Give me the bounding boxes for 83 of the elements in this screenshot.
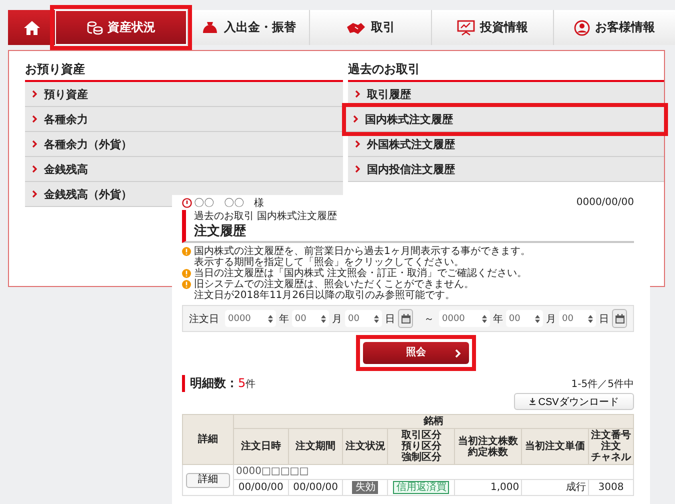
- column-header: 取引区分 預り区分 強制区分: [388, 428, 455, 464]
- csv-download-button[interactable]: CSVダウンロード: [514, 393, 634, 410]
- warning-icon: [182, 247, 191, 256]
- menu-item[interactable]: 国内投信注文履歴: [348, 157, 664, 182]
- home-tab[interactable]: [8, 10, 55, 45]
- chevron-icon: [32, 140, 37, 148]
- table-cell: 1,000: [490, 482, 520, 492]
- warning-icon: [182, 269, 191, 278]
- column-header: 当初注文単価: [522, 428, 588, 464]
- chevron-icon: [455, 349, 461, 358]
- range-text: 1-5件／5件中: [571, 378, 634, 390]
- warning-icon: [182, 280, 191, 289]
- breadcrumb: 過去のお取引 国内株式注文履歴: [194, 211, 338, 223]
- menu-item[interactable]: 預り資産: [25, 82, 343, 107]
- stock-name-cell: 0000□□□□□: [234, 464, 634, 480]
- spinner-icon: [320, 314, 326, 322]
- spinner-icon: [482, 314, 487, 322]
- unit-label: 日: [385, 312, 396, 326]
- column-header: 詳細: [182, 414, 234, 464]
- calendar-button[interactable]: [612, 309, 627, 328]
- status-badge: 失効: [352, 481, 378, 494]
- result-count: 明細数：5件: [182, 375, 256, 392]
- status-badge: 信用返済買: [393, 481, 450, 494]
- spinner-icon: [374, 314, 380, 322]
- select-field[interactable]: 0000: [439, 310, 490, 327]
- select-field[interactable]: 00: [344, 310, 382, 327]
- calendar-icon: [400, 314, 411, 324]
- table-cell: 3008: [598, 482, 624, 492]
- person-icon: [574, 20, 590, 36]
- column-header: 当初注文株数 約定株数: [454, 428, 522, 464]
- nav-tab[interactable]: 投資情報: [431, 10, 553, 45]
- select-field[interactable]: 0000: [225, 310, 276, 327]
- menu-item[interactable]: 各種余力（外貨）: [25, 132, 343, 157]
- chevron-icon: [355, 140, 360, 148]
- spinner-icon: [534, 314, 540, 322]
- chevron-icon: [32, 165, 37, 173]
- nav-tab[interactable]: お客様情報: [553, 10, 675, 45]
- table-cell: 00/00/00: [293, 482, 338, 492]
- unit-label: 月: [332, 312, 342, 326]
- detail-button[interactable]: 詳細: [186, 472, 230, 488]
- date-text: 0000/00/00: [576, 197, 634, 208]
- chevron-icon: [355, 165, 360, 173]
- unit-label: 年: [278, 312, 289, 326]
- nav-tab[interactable]: 入出金・振替: [187, 10, 309, 45]
- unit-label: 年: [492, 312, 503, 326]
- field-label: 注文日: [189, 312, 219, 326]
- alert-icon: [182, 198, 192, 208]
- column-header: 注文状況: [342, 428, 388, 464]
- table-cell: 00/00/00: [238, 482, 284, 492]
- chevron-icon: [32, 115, 37, 123]
- column-header: 注文日時: [234, 428, 288, 464]
- search-button[interactable]: 照会: [363, 342, 469, 364]
- spinner-icon: [588, 314, 594, 322]
- page-title: 注文履歴: [194, 223, 247, 240]
- chevron-icon: [355, 90, 360, 98]
- calendar-button[interactable]: [398, 309, 413, 328]
- purse-icon: [201, 20, 219, 34]
- column-header: 注文番号 注文 チャネル: [588, 428, 634, 464]
- column-header: 銘柄: [234, 414, 634, 428]
- home-icon: [24, 20, 40, 34]
- range-separator: ～: [424, 312, 434, 326]
- nav-tab[interactable]: 取引: [309, 10, 431, 45]
- select-field[interactable]: 00: [506, 310, 543, 327]
- note-text: 当日の注文履歴は「国内株式 注文照会・訂正・取消」でご確認ください。: [194, 268, 528, 279]
- calendar-icon: [614, 314, 625, 324]
- spinner-icon: [268, 314, 273, 322]
- column-header: 注文期間: [288, 428, 343, 464]
- table-cell: 成行: [566, 482, 586, 492]
- select-field[interactable]: 00: [558, 310, 596, 327]
- coins-icon: [86, 20, 102, 34]
- download-icon: [529, 398, 536, 405]
- unit-label: 日: [599, 312, 610, 326]
- note-text: 国内株式の注文履歴を、前営業日から過去1ヶ月間表示する事ができます。 表示する期間を指定して「照会」をクリックしてください。: [194, 246, 530, 268]
- menu-item[interactable]: 各種余力: [25, 107, 343, 132]
- chevron-icon: [353, 115, 358, 123]
- menu-item[interactable]: 金銭残高: [25, 157, 343, 182]
- select-field[interactable]: 00: [292, 310, 329, 327]
- chevron-icon: [32, 90, 37, 98]
- customer-name: 〇〇 〇〇 様: [194, 196, 264, 210]
- presentation-board-icon: [457, 20, 475, 36]
- chevron-icon: [32, 190, 37, 198]
- unit-label: 月: [546, 312, 556, 326]
- note-text: 旧システムでの注文履歴は、照会いただくことができません。 注文日が2018年11月26日以降の取引のみ参照可能です。: [194, 279, 474, 301]
